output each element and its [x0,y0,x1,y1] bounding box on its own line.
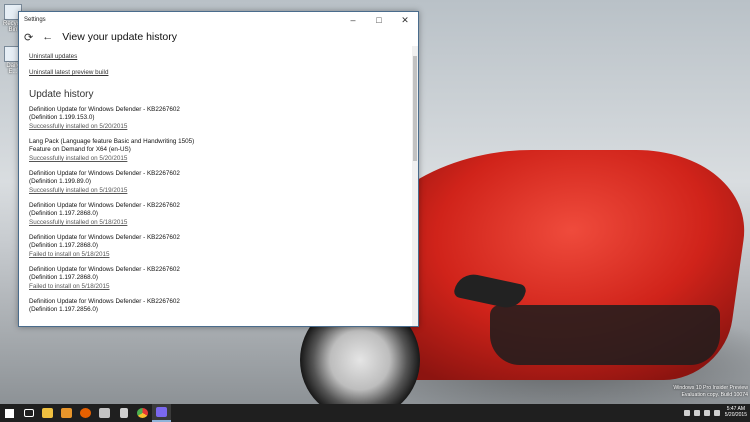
history-item-status-link[interactable]: Successfully installed on 5/19/2015 [29,187,421,195]
history-item-status-link[interactable]: Successfully installed on 5/20/2015 [29,123,421,131]
wallpaper-car-grille [490,305,720,365]
update-history-heading: Update history [29,89,94,100]
close-button[interactable]: ✕ [392,12,418,28]
taskbar: 5:47 AM 5/20/2015 [0,404,750,422]
notifications-icon[interactable] [714,410,720,416]
history-item-title: Definition Update for Windows Defender -… [29,106,180,121]
vertical-scrollbar[interactable] [412,46,418,326]
start-icon [5,408,14,418]
maximize-button[interactable]: □ [366,12,392,28]
task-view-icon [23,409,34,417]
document-icon [119,408,128,418]
edge-icon [99,408,110,418]
window-title: Settings [24,17,46,23]
chrome-icon [137,408,148,418]
history-item-status-link[interactable]: Successfully installed on 5/20/2015 [29,155,421,163]
refresh-icon[interactable]: ⟳ [24,31,33,44]
settings-icon [156,407,167,417]
file-explorer-icon [42,408,53,418]
task-view-button[interactable] [19,404,38,422]
history-item-title: Lang Pack (Language feature Basic and Ha… [29,138,195,153]
history-item: Definition Update for Windows Defender -… [29,170,421,195]
system-tray [684,404,720,422]
history-item-title: Definition Update for Windows Defender -… [29,266,180,281]
page-header: ⟳ ← View your update history [19,28,418,46]
history-item: Definition Update for Windows Defender -… [29,266,421,291]
history-item: Definition Update for Windows Defender -… [29,298,421,314]
history-item-title: Definition Update for Windows Defender -… [29,170,180,185]
taskbar-document[interactable] [114,404,133,422]
taskbar-file-explorer[interactable] [38,404,57,422]
taskbar-edge[interactable] [95,404,114,422]
settings-window: Settings – □ ✕ ⟳ ← View your update hist… [18,11,419,327]
uninstall-preview-build-link[interactable]: Uninstall latest preview build [29,69,421,77]
update-history-content: Uninstall updates Uninstall latest previ… [19,46,421,326]
back-arrow-icon[interactable]: ← [42,31,53,43]
history-item-status-link[interactable]: Successfully installed on 5/18/2015 [29,219,421,227]
firefox-icon [80,408,91,418]
clock-date: 5/20/2015 [724,412,747,418]
taskbar-chrome[interactable] [133,404,152,422]
taskbar-store[interactable] [57,404,76,422]
history-item: Lang Pack (Language feature Basic and Ha… [29,138,421,163]
history-item: Definition Update for Windows Defender -… [29,106,421,131]
history-item: Definition Update for Windows Defender -… [29,234,421,259]
taskbar-settings[interactable] [152,404,171,422]
history-item-title: Definition Update for Windows Defender -… [29,202,180,217]
uninstall-updates-link[interactable]: Uninstall updates [29,53,421,61]
volume-icon[interactable] [704,410,710,416]
start-button[interactable] [0,404,19,422]
build-watermark: Windows 10 Pro Insider Preview Evaluatio… [673,385,748,398]
minimize-button[interactable]: – [340,12,366,28]
history-item: Definition Update for Windows Defender -… [29,202,421,227]
history-item-title: Definition Update for Windows Defender -… [29,234,180,249]
history-item-status-link[interactable]: Failed to install on 5/18/2015 [29,251,421,259]
taskbar-clock[interactable]: 5:47 AM 5/20/2015 [725,406,747,418]
network-icon[interactable] [694,410,700,416]
taskbar-firefox[interactable] [76,404,95,422]
chevron-up-icon[interactable] [684,410,690,416]
store-icon [61,408,72,418]
page-title: View your update history [62,31,178,43]
scrollbar-thumb[interactable] [413,56,417,161]
history-item-status-link[interactable]: Failed to install on 5/18/2015 [29,283,421,291]
history-item-title: Definition Update for Windows Defender -… [29,298,180,313]
title-bar: Settings – □ ✕ [19,12,418,28]
